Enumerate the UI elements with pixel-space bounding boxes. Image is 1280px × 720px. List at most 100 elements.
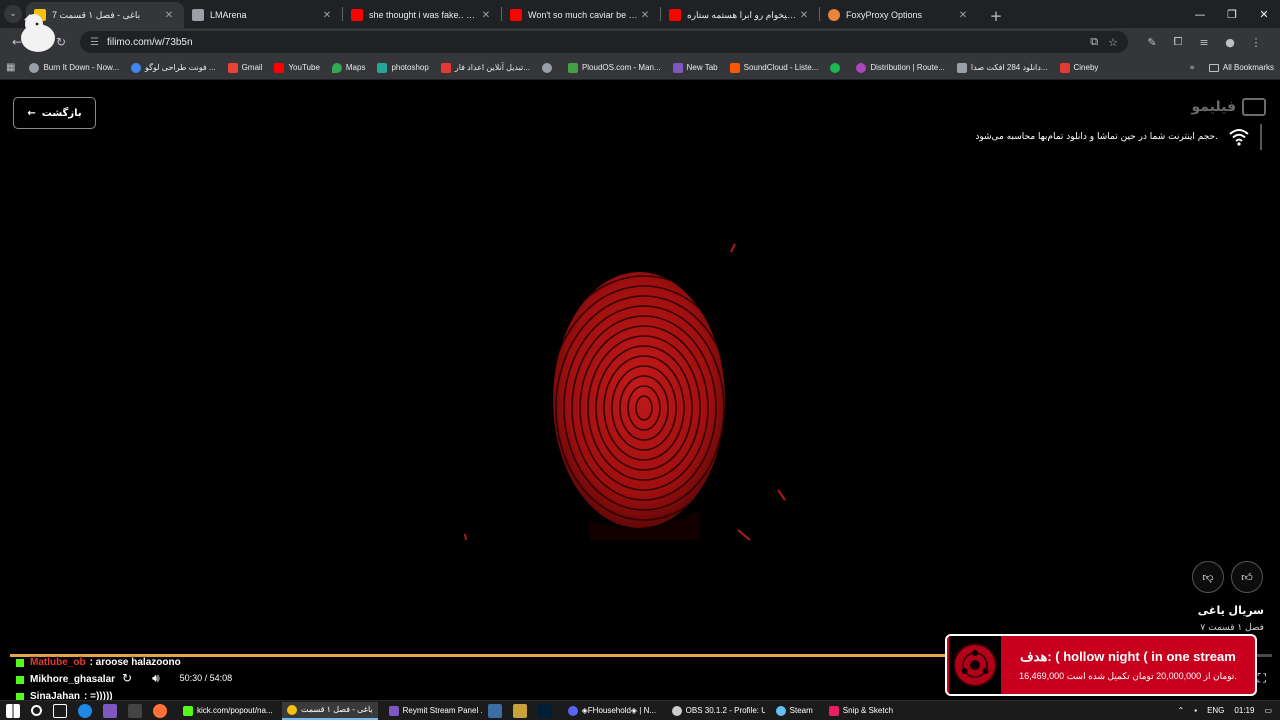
tab-title: گفتی میخوام رو ابرا هستمه ستاره [687, 9, 797, 20]
taskbar-item-chrome[interactable]: باغی - فصل ۱ قسمت [282, 701, 378, 720]
chat-username: Mikhore_ghasalar [30, 674, 116, 685]
tab-title: LMArena [210, 10, 247, 20]
profile-icon[interactable]: ● [1220, 32, 1240, 52]
address-bar[interactable]: ☰ filimo.com/w/73b5n ⧉ ☆ [80, 31, 1128, 53]
tab-lmarena[interactable]: LMArena ✕ [184, 2, 342, 28]
bookmark-favicon-icon [131, 62, 142, 73]
install-app-icon[interactable]: ⧉ [1090, 36, 1098, 49]
notice-text: حجم اینترنت شما در حین تماشا و دانلود تم… [975, 132, 1218, 142]
close-icon[interactable]: ✕ [479, 10, 493, 21]
browser-toolbar: ← → ↻ ☰ filimo.com/w/73b5n ⧉ ☆ ✎ ⧠ ≡ ● ⋮ [0, 28, 1280, 56]
taskbar-item-discord[interactable]: ◈FHousehold◈ | N... [563, 702, 661, 720]
edge-icon[interactable] [78, 703, 92, 718]
extensions-puzzle-icon[interactable]: ⧠ [1168, 32, 1188, 52]
sharingan-icon [953, 643, 997, 687]
bookmark-favicon-icon [672, 62, 683, 73]
video-frame [464, 243, 786, 541]
reymit-app-icon [388, 705, 399, 716]
tab-title: she thought i was fake.. #omeg [369, 10, 479, 20]
kick-icon [16, 675, 24, 684]
fullscreen-icon[interactable]: ⛶ [1258, 671, 1266, 686]
task-view-icon[interactable] [53, 703, 67, 718]
calculator-icon[interactable] [128, 703, 142, 718]
bookmark-item[interactable]: Cineby [1059, 62, 1098, 73]
windows-start-icon[interactable] [6, 703, 20, 718]
apps-grid-icon[interactable]: ▦ [6, 62, 15, 73]
menu-kebab-icon[interactable]: ⋮ [1246, 32, 1266, 52]
close-icon[interactable]: ✕ [162, 10, 176, 21]
restore-button[interactable]: ❐ [1216, 0, 1248, 28]
bookmark-item[interactable]: photoshop [377, 62, 429, 73]
reading-list-icon[interactable]: ≡ [1194, 32, 1214, 52]
globe-icon [29, 62, 40, 73]
back-button[interactable]: ← بازگشت [13, 97, 96, 129]
dislike-button[interactable]: 👎︎ [1192, 561, 1224, 593]
like-button[interactable]: 👍︎ [1231, 561, 1263, 593]
close-icon[interactable]: ✕ [797, 10, 811, 21]
extension-icon[interactable]: ✎ [1142, 32, 1162, 52]
bookmark-item[interactable]: دانلود 284 افکت صدا... [956, 62, 1048, 73]
close-icon[interactable]: ✕ [638, 10, 652, 21]
mascot-avatar-icon [21, 14, 55, 52]
taskbar-item-snip[interactable]: Snip & Sketch [824, 702, 898, 720]
close-icon[interactable]: ✕ [956, 10, 970, 21]
bookmark-item[interactable]: Maps [331, 62, 365, 73]
bookmarks-bar: ▦ Burn It Down - Now... فونت طراحی لوگو … [0, 56, 1280, 80]
youtube-favicon-icon [510, 9, 522, 21]
all-bookmarks-button[interactable]: All Bookmarks [1208, 63, 1274, 72]
kick-icon [16, 658, 24, 667]
video-player[interactable]: ← بازگشت فیلیمو حجم اینترنت شما در حین ت… [0, 80, 1280, 700]
url-text[interactable]: filimo.com/w/73b5n [107, 37, 193, 48]
new-tab-button[interactable]: + [984, 4, 1008, 28]
bookmark-item[interactable]: SoundCloud - Liste... [729, 62, 818, 73]
bookmark-item[interactable]: YouTube [274, 62, 320, 73]
photoshop-app-icon[interactable] [537, 703, 552, 718]
tray-app-icon[interactable]: ▪ [1194, 706, 1197, 715]
youtube-favicon-icon [669, 9, 681, 21]
globe-icon [541, 62, 552, 73]
bookmark-item[interactable]: فونت طراحی لوگو ... [131, 62, 216, 73]
chrome-icon [287, 704, 297, 715]
tab-title: باغی - فصل ۱ قسمت 7 [52, 9, 141, 20]
system-tray: ⌃ ▪ ENG 01:19 ▭ [1178, 706, 1280, 715]
bookmark-item[interactable]: Distribution | Route... [856, 62, 945, 73]
bookmark-item[interactable] [830, 62, 844, 73]
kick-app-icon [183, 705, 193, 716]
bookmark-item[interactable]: PloudOS.com - Man... [567, 62, 661, 73]
bookmarks-overflow-icon[interactable]: » [1189, 63, 1195, 73]
folder-icon [1208, 63, 1219, 72]
taskbar-item-steam[interactable]: Steam [771, 702, 818, 720]
firefox-icon[interactable] [153, 703, 167, 718]
chat-overlay: Matlube_ob : aroose halazoono Mikhore_gh… [16, 654, 181, 705]
minimize-button[interactable]: — [1184, 0, 1216, 28]
bookmark-item[interactable]: Burn It Down - Now... [29, 62, 119, 73]
bookmark-item[interactable]: Gmail [227, 62, 262, 73]
steam-small-icon[interactable] [487, 703, 502, 718]
tab-youtube-1[interactable]: she thought i was fake.. #omeg ✕ [343, 2, 501, 28]
site-info-icon[interactable]: ☰ [90, 37, 99, 48]
bookmark-item[interactable] [541, 62, 556, 73]
bookmark-star-icon[interactable]: ☆ [1108, 36, 1118, 49]
goal-progress-text: 16,469,000 تومان از 20,000,000 تومان تکم… [1019, 670, 1237, 681]
tab-youtube-2[interactable]: Won't so much caviar be too sa ✕ [502, 2, 660, 28]
bookmark-item[interactable]: New Tab [672, 62, 718, 73]
series-title: سریال یاغی [1197, 604, 1264, 617]
search-icon[interactable] [31, 705, 42, 716]
app-icon[interactable] [512, 703, 527, 718]
tab-youtube-3[interactable]: گفتی میخوام رو ابرا هستمه ستاره ✕ [661, 2, 819, 28]
language-indicator[interactable]: ENG [1207, 706, 1224, 715]
reymit-icon[interactable] [103, 703, 117, 718]
taskbar-item-obs[interactable]: OBS 30.1.2 - Profile: U... [667, 702, 765, 720]
time-display: 50:30 / 54:08 [179, 673, 233, 683]
taskbar-item-kick[interactable]: kick.com/popout/na... [178, 702, 276, 720]
notifications-icon[interactable]: ▭ [1264, 706, 1272, 715]
logo-screen-icon [1242, 98, 1266, 116]
bookmark-item[interactable]: تبدیل آنلاین اعداد فار... [440, 62, 530, 73]
tray-chevron-icon[interactable]: ⌃ [1178, 706, 1185, 715]
taskbar-item-reymit[interactable]: Reymit Stream Panel ... [384, 702, 482, 720]
close-window-button[interactable]: ✕ [1248, 0, 1280, 28]
photoshop-icon [377, 62, 388, 73]
clock[interactable]: 01:19 [1234, 706, 1254, 715]
close-icon[interactable]: ✕ [320, 10, 334, 21]
tab-foxyproxy[interactable]: FoxyProxy Options ✕ [820, 2, 978, 28]
